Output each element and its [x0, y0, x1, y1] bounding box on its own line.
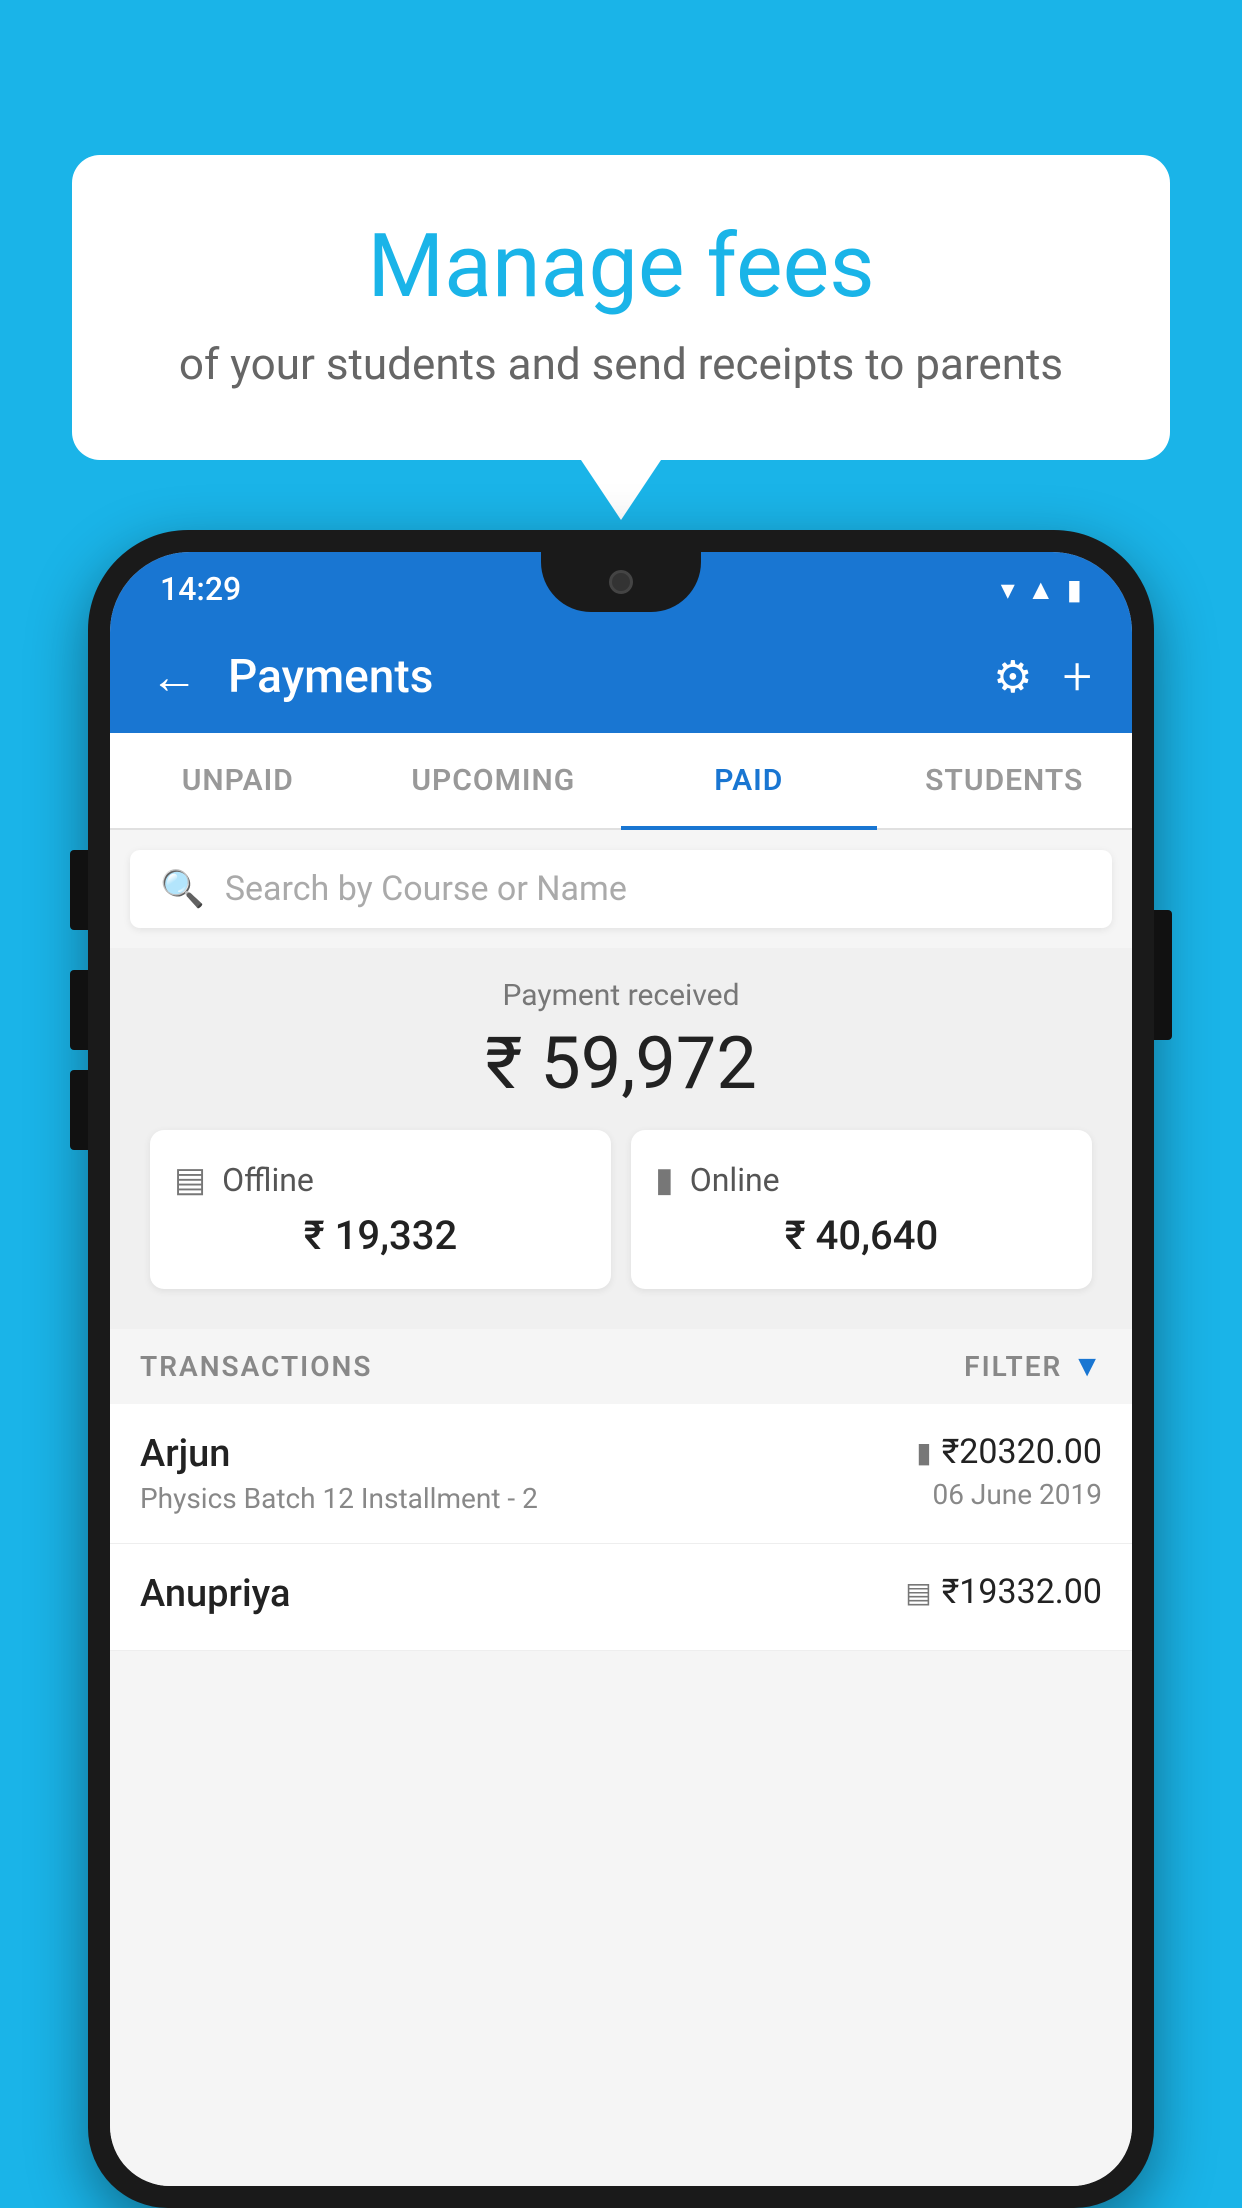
wifi-icon: ▾ [1001, 573, 1015, 606]
gear-icon[interactable]: ⚙ [993, 651, 1032, 703]
transaction-date: 06 June 2019 [916, 1478, 1102, 1511]
speech-bubble-container: Manage fees of your students and send re… [72, 155, 1170, 520]
app-bar: ← Payments ⚙ + [110, 620, 1132, 733]
payment-cards: ▤ Offline ₹ 19,332 ▮ Online ₹ 40,640 [130, 1130, 1112, 1309]
filter-icon: ▼ [1072, 1349, 1102, 1384]
payment-received-section: Payment received ₹ 59,972 ▤ Offline ₹ 19… [110, 948, 1132, 1329]
table-row[interactable]: Anupriya ▤ ₹19332.00 [110, 1544, 1132, 1651]
tabs-bar: UNPAID UPCOMING PAID STUDENTS [110, 733, 1132, 830]
transaction-right: ▮ ₹20320.00 06 June 2019 [916, 1432, 1102, 1511]
back-button[interactable]: ← [150, 648, 198, 705]
speech-bubble: Manage fees of your students and send re… [72, 155, 1170, 460]
battery-icon: ▮ [1067, 573, 1082, 606]
filter-label: FILTER [964, 1350, 1062, 1383]
content-area: 🔍 Search by Course or Name Payment recei… [110, 830, 1132, 2186]
payment-received-amount: ₹ 59,972 [130, 1021, 1112, 1106]
tab-upcoming[interactable]: UPCOMING [366, 733, 622, 828]
offline-card-header: ▤ Offline [174, 1160, 587, 1200]
transaction-left: Anupriya [140, 1572, 290, 1622]
manage-fees-subtitle: of your students and send receipts to pa… [152, 338, 1090, 390]
offline-payment-icon: ▤ [905, 1576, 931, 1609]
online-card: ▮ Online ₹ 40,640 [631, 1130, 1092, 1289]
transaction-description: Physics Batch 12 Installment - 2 [140, 1482, 538, 1515]
table-row[interactable]: Arjun Physics Batch 12 Installment - 2 ▮… [110, 1404, 1132, 1544]
payment-received-label: Payment received [130, 978, 1112, 1013]
add-button[interactable]: + [1063, 646, 1092, 707]
status-icons: ▾ ▲ ▮ [1001, 573, 1082, 606]
tab-unpaid[interactable]: UNPAID [110, 733, 366, 828]
speech-bubble-arrow [581, 460, 661, 520]
status-bar: 14:29 ▾ ▲ ▮ [110, 552, 1132, 620]
manage-fees-title: Manage fees [152, 215, 1090, 318]
transaction-left: Arjun Physics Batch 12 Installment - 2 [140, 1432, 538, 1515]
online-label: Online [690, 1161, 780, 1199]
transaction-name: Anupriya [140, 1572, 290, 1616]
card-icon: ▮ [655, 1160, 674, 1200]
offline-label: Offline [222, 1161, 314, 1199]
transaction-name: Arjun [140, 1432, 538, 1476]
transaction-amount-value: ₹19332.00 [942, 1572, 1102, 1612]
online-amount: ₹ 40,640 [655, 1212, 1068, 1259]
online-card-header: ▮ Online [655, 1160, 1068, 1200]
phone-outer: 14:29 ▾ ▲ ▮ ← Payments ⚙ + UNPAID [88, 530, 1154, 2208]
page-title: Payments [228, 650, 963, 704]
phone-container: 14:29 ▾ ▲ ▮ ← Payments ⚙ + UNPAID [88, 530, 1154, 2208]
status-time: 14:29 [160, 570, 241, 608]
search-input[interactable]: Search by Course or Name [225, 869, 627, 909]
transaction-amount: ▮ ₹20320.00 [916, 1432, 1102, 1472]
transaction-right: ▤ ₹19332.00 [905, 1572, 1102, 1618]
card-payment-icon: ▮ [916, 1436, 931, 1469]
search-bar[interactable]: 🔍 Search by Course or Name [130, 850, 1112, 928]
offline-amount: ₹ 19,332 [174, 1212, 587, 1259]
transaction-amount-value: ₹20320.00 [942, 1432, 1102, 1472]
notch-camera [609, 570, 633, 594]
notch [541, 552, 701, 612]
offline-card: ▤ Offline ₹ 19,332 [150, 1130, 611, 1289]
transaction-amount: ▤ ₹19332.00 [905, 1572, 1102, 1612]
tab-paid[interactable]: PAID [621, 733, 877, 828]
tab-students[interactable]: STUDENTS [877, 733, 1133, 828]
transactions-label: TRANSACTIONS [140, 1350, 372, 1383]
offline-icon: ▤ [174, 1160, 206, 1200]
phone-screen: 14:29 ▾ ▲ ▮ ← Payments ⚙ + UNPAID [110, 552, 1132, 2186]
transactions-header: TRANSACTIONS FILTER ▼ [110, 1329, 1132, 1404]
search-icon: 🔍 [160, 868, 205, 910]
filter-button[interactable]: FILTER ▼ [964, 1349, 1102, 1384]
signal-icon: ▲ [1027, 573, 1055, 606]
